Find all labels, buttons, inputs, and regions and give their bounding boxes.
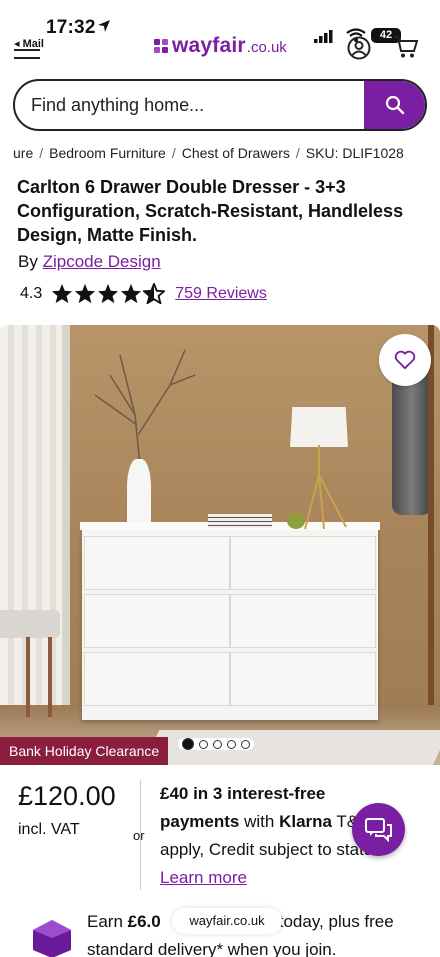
search-button[interactable] — [364, 81, 425, 129]
cart-icon[interactable] — [393, 35, 419, 59]
klarna-brand: Klarna — [279, 812, 332, 831]
search-input[interactable] — [15, 81, 364, 129]
brand-name: wayfair — [172, 34, 246, 57]
drawer — [230, 536, 376, 590]
coat-on-rack — [392, 365, 432, 515]
menu-icon[interactable] — [14, 38, 40, 60]
earn-rest: today, plus free — [278, 912, 394, 931]
breadcrumb-separator: / — [39, 145, 44, 161]
brand-tld: .co.uk — [246, 39, 287, 56]
vat-note: incl. VAT — [18, 821, 80, 838]
curtain — [0, 325, 62, 715]
search-bar — [13, 79, 427, 131]
product-image[interactable] — [0, 325, 440, 765]
browser-url-pill[interactable]: wayfair.co.uk — [172, 908, 282, 934]
byline-prefix: By — [18, 252, 38, 271]
coat-rack-pole — [428, 325, 434, 705]
earn-amount: £6.0 — [127, 912, 161, 931]
lamp-shade — [290, 407, 348, 447]
dried-branches — [94, 349, 196, 465]
drawer — [84, 652, 230, 706]
pagination-dot[interactable] — [213, 739, 222, 749]
star-rating — [51, 283, 166, 304]
star-partial-icon — [143, 283, 166, 304]
breadcrumb: ure / Bedroom Furniture / Chest of Drawers / S… — [13, 145, 404, 161]
cellular-signal-icon — [314, 30, 333, 43]
rating-row: 4.3 759 Reviews — [20, 283, 267, 304]
status-bar: 17:32 ◂ Mail wayfair .co.uk 42 — [0, 0, 440, 68]
chat-bubbles-icon — [364, 817, 392, 842]
account-icon[interactable] — [347, 36, 371, 60]
product-price: £120.00 — [18, 781, 116, 811]
wayfair-pinwheel-icon — [154, 39, 168, 53]
breadcrumb-separator: / — [295, 145, 300, 161]
favorite-button[interactable] — [379, 334, 431, 386]
reviews-link[interactable]: 759 Reviews — [175, 285, 267, 303]
breadcrumb-item-previous[interactable]: ure — [13, 145, 33, 161]
star-full-icon — [121, 283, 142, 304]
bench-leg — [48, 637, 52, 717]
lamp-tripod — [304, 445, 347, 530]
bench-leg — [26, 637, 30, 717]
breadcrumb-sku: SKU: DLIF1028 — [305, 145, 404, 161]
dresser — [80, 522, 380, 720]
pagination-dot[interactable] — [241, 739, 250, 749]
sale-badge: Bank Holiday Clearance — [0, 737, 169, 765]
learn-more-link[interactable]: Learn more — [160, 868, 247, 887]
drawer — [230, 594, 376, 648]
drawer — [230, 652, 376, 706]
vase — [127, 459, 151, 529]
rating-value: 4.3 — [20, 284, 43, 302]
drawer — [84, 594, 230, 648]
product-title: Carlton 6 Drawer Double Dresser - 3+3 Co… — [17, 177, 404, 245]
star-full-icon — [75, 283, 96, 304]
klarna-with: with — [239, 812, 280, 831]
pagination-dot-active[interactable] — [182, 738, 194, 750]
bench — [0, 610, 60, 638]
klarna-payments: payments — [160, 812, 240, 831]
star-full-icon — [98, 283, 119, 304]
breadcrumb-separator: / — [171, 145, 176, 161]
earn-line2: standard delivery* when you join. — [87, 940, 337, 957]
heart-icon — [394, 350, 416, 370]
earn-prefix: Earn — [87, 912, 128, 931]
breadcrumb-item-chest-of-drawers[interactable]: Chest of Drawers — [182, 145, 290, 161]
drawer — [84, 536, 230, 590]
brand-link[interactable]: Zipcode Design — [43, 252, 161, 271]
clock: 17:32 — [46, 17, 96, 38]
or-label: or — [133, 828, 145, 843]
chat-button[interactable] — [352, 803, 405, 856]
image-pagination — [178, 738, 254, 750]
rewards-gem-icon — [33, 920, 71, 957]
star-full-icon — [52, 283, 73, 304]
breadcrumb-item-bedroom-furniture[interactable]: Bedroom Furniture — [49, 145, 166, 161]
pagination-dot[interactable] — [199, 739, 208, 749]
location-arrow-icon — [98, 20, 110, 32]
book-stack — [208, 514, 272, 528]
klarna-terms: apply, Credit subject to s — [160, 840, 345, 859]
wayfair-logo[interactable]: wayfair .co.uk — [153, 34, 287, 58]
klarna-headline: £40 in 3 interest-free — [160, 784, 326, 803]
pagination-dot[interactable] — [227, 739, 236, 749]
product-byline: By Zipcode Design — [18, 252, 161, 272]
search-icon — [385, 95, 404, 115]
